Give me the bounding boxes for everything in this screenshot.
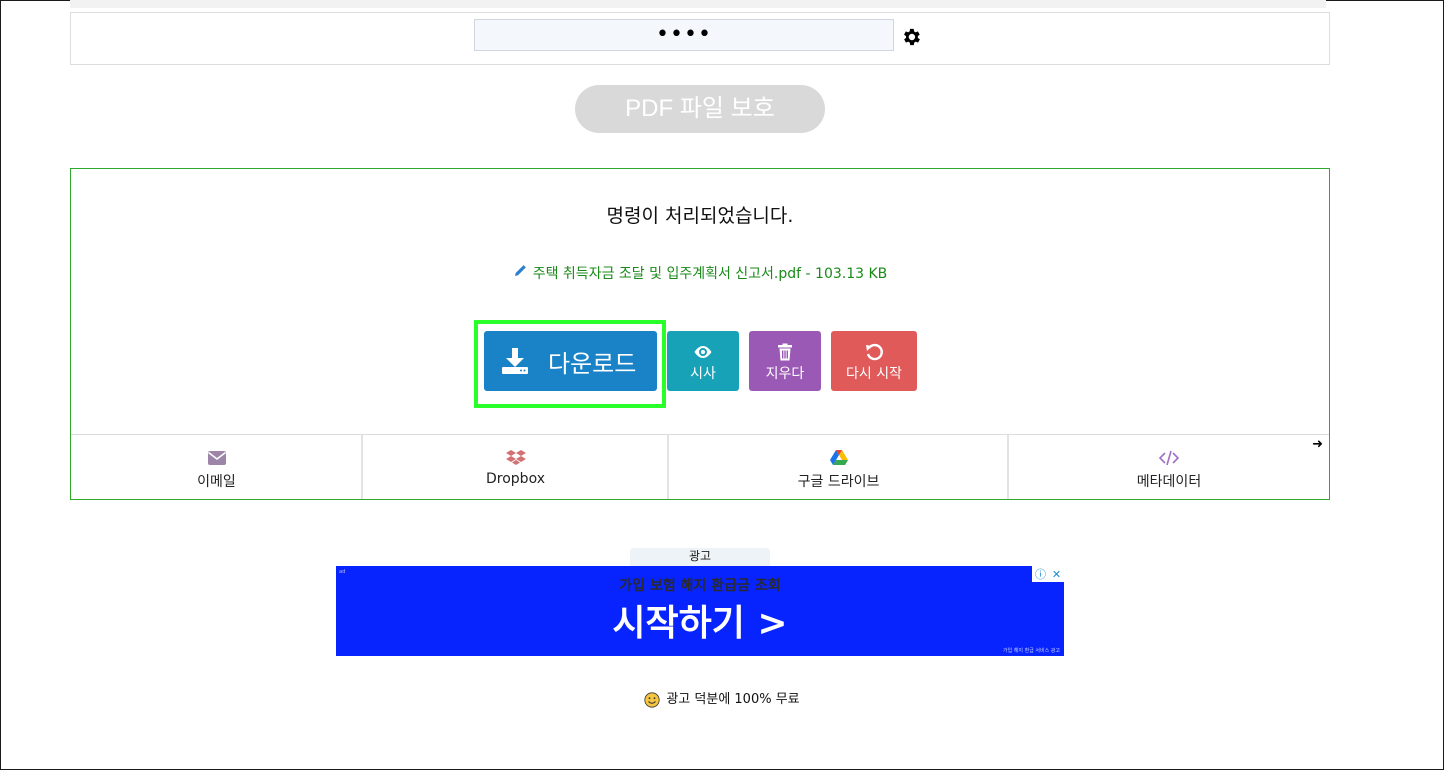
ad-banner[interactable]: ad 가입 보험 해지 환급금 조회 시작하기 > 가입 해지 환급 서비스 광… xyxy=(336,566,1064,656)
preview-button[interactable]: 시사 xyxy=(667,331,739,391)
delete-button[interactable]: 지우다 xyxy=(749,331,821,391)
file-name-label[interactable]: 주택 취득자금 조달 및 입주계획서 신고서.pdf - 103.13 KB xyxy=(533,266,888,282)
smile-icon xyxy=(644,691,660,708)
share-metadata-label: 메타데이터 xyxy=(1136,474,1202,490)
pencil-icon xyxy=(514,265,526,276)
arrow-right-icon[interactable]: ➜ xyxy=(1312,437,1323,452)
ad-top-text: 가입 보험 해지 환급금 조회 xyxy=(619,578,781,594)
share-email[interactable]: 이메일 xyxy=(71,435,362,501)
download-icon xyxy=(502,348,528,374)
protect-pdf-button[interactable]: PDF 파일 보호 xyxy=(575,85,825,133)
share-dropbox-label: Dropbox xyxy=(486,471,545,487)
dropbox-icon xyxy=(505,450,526,465)
success-message: 명령이 처리되었습니다. xyxy=(606,205,794,227)
close-icon[interactable]: ✕ xyxy=(1052,568,1061,581)
top-strip xyxy=(70,0,1326,8)
download-button[interactable]: 다운로드 xyxy=(484,331,657,391)
ad-label: 광고 xyxy=(630,548,770,566)
google-drive-icon xyxy=(829,450,848,465)
share-metadata[interactable]: 메타데이터 xyxy=(1009,435,1329,501)
share-gdrive[interactable]: 구글 드라이브 xyxy=(669,435,1008,501)
password-input[interactable]: •••• xyxy=(474,19,894,51)
ad-close[interactable]: ⓘ ✕ xyxy=(1032,566,1064,582)
delete-label: 지우다 xyxy=(765,366,805,382)
gear-icon[interactable] xyxy=(900,26,922,48)
preview-label: 시사 xyxy=(690,366,716,382)
restart-button[interactable]: 다시 시작 xyxy=(831,331,917,391)
info-icon[interactable]: ⓘ xyxy=(1035,566,1046,582)
file-info: 주택 취득자금 조달 및 입주계획서 신고서.pdf - 103.13 KB xyxy=(71,263,1329,283)
share-gdrive-label: 구글 드라이브 xyxy=(797,474,880,490)
ad-main-text: 시작하기 > xyxy=(612,603,788,644)
result-panel: 명령이 처리되었습니다. 주택 취득자금 조달 및 입주계획서 신고서.pdf … xyxy=(70,168,1330,500)
share-dropbox[interactable]: Dropbox xyxy=(363,435,668,501)
free-notice: 광고 덕분에 100% 무료 xyxy=(0,688,1444,708)
trash-icon xyxy=(778,343,792,361)
undo-icon xyxy=(866,343,883,361)
code-icon xyxy=(1159,450,1179,466)
restart-label: 다시 시작 xyxy=(846,366,902,382)
envelope-icon xyxy=(207,451,226,465)
free-notice-text: 광고 덕분에 100% 무료 xyxy=(666,692,800,707)
ad-footnote: 가입 해지 환급 서비스 광고 xyxy=(1003,648,1060,654)
share-email-label: 이메일 xyxy=(197,474,236,490)
download-label: 다운로드 xyxy=(548,349,637,378)
eye-icon xyxy=(694,346,712,358)
share-row: 이메일 Dropbox 구글 드라이브 메타데이터 ➜ xyxy=(71,434,1329,500)
